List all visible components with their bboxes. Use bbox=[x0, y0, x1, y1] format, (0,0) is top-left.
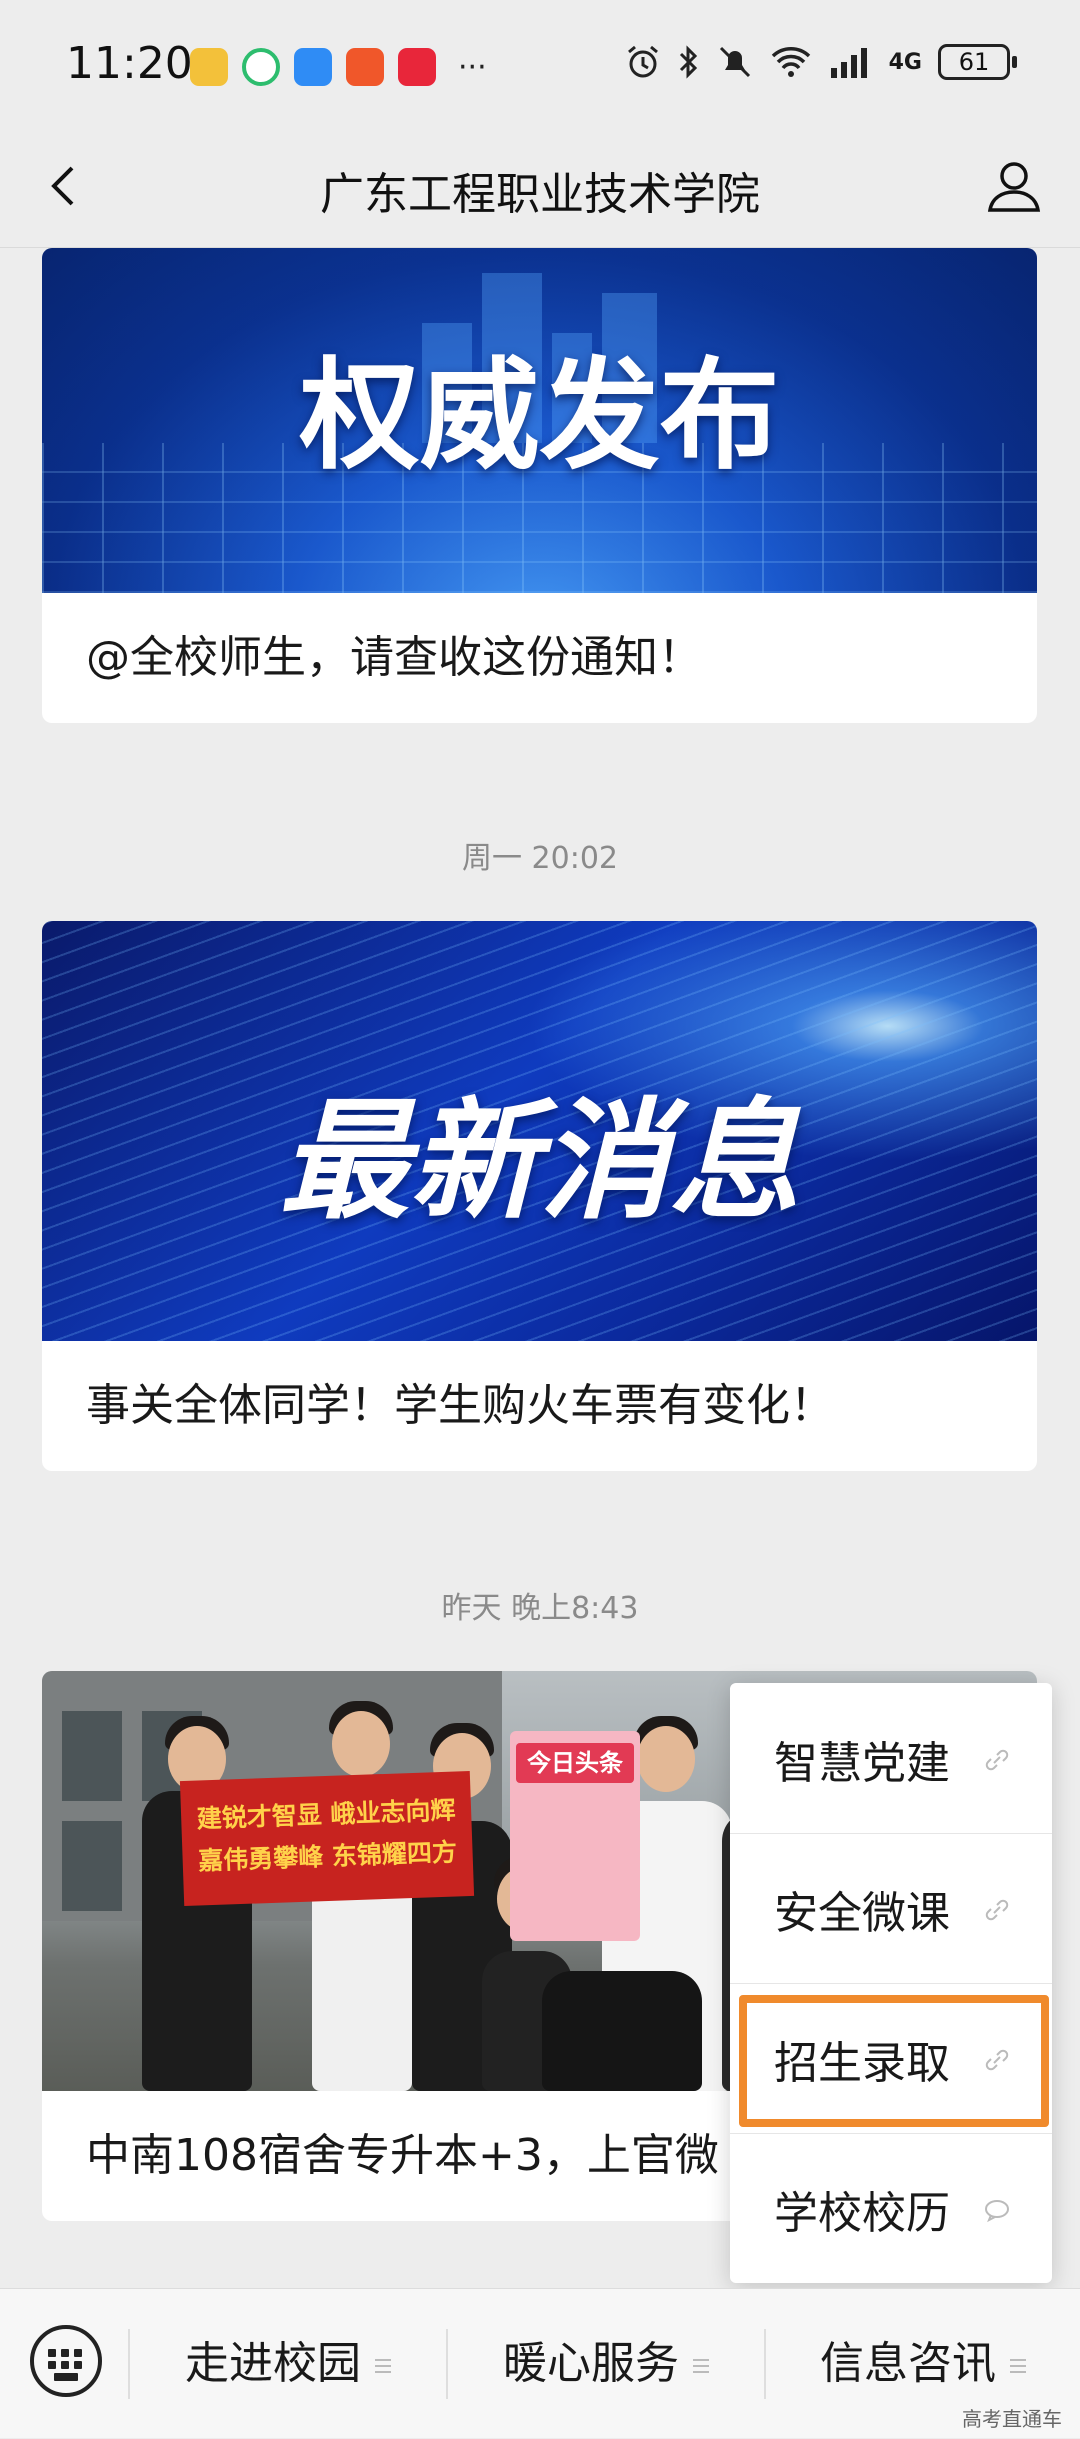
weibo-icon bbox=[190, 48, 228, 86]
submenu-popup: 智慧党建 安全微课 招生录取 学校校历 bbox=[730, 1683, 1052, 2283]
profile-icon[interactable] bbox=[982, 154, 1046, 218]
status-indicators: 4G 61 bbox=[625, 44, 1017, 80]
menu-item-label: 安全微课 bbox=[774, 1888, 950, 1939]
photo-sign-label: 今日头条 bbox=[516, 1743, 634, 1783]
menu-item-label: 学校校历 bbox=[774, 2188, 950, 2239]
menu-lines-icon bbox=[375, 2355, 391, 2377]
menu-item-safety-course[interactable]: 安全微课 bbox=[730, 1833, 1052, 1983]
bottom-menu-bar: 走进校园 暖心服务 信息咨讯 高考直通车 bbox=[0, 2288, 1080, 2438]
banner-title: 最新消息 bbox=[279, 1085, 800, 1237]
signal-icon bbox=[830, 48, 867, 78]
link-icon bbox=[985, 1749, 1009, 1771]
menu-item-school-calendar[interactable]: 学校校历 bbox=[730, 2133, 1052, 2283]
menu-item-label: 招生录取 bbox=[774, 2038, 950, 2089]
chat-bubble-icon bbox=[985, 2200, 1009, 2223]
article-caption[interactable]: 事关全体同学！学生购火车票有变化！ bbox=[42, 1341, 1037, 1471]
menu-tab-label: 暖心服务 bbox=[503, 2338, 679, 2389]
article-caption[interactable]: @全校师生，请查收这份通知！ bbox=[42, 593, 1037, 723]
photo-banner-line: 嘉伟勇攀峰 东锦耀四方 bbox=[197, 1837, 458, 1876]
menu-tab-label: 信息咨讯 bbox=[820, 2338, 996, 2389]
article-cover-image[interactable]: 权威发布 bbox=[42, 248, 1037, 593]
status-time: 11:20 bbox=[66, 38, 193, 89]
banner-title: 权威发布 bbox=[299, 347, 780, 486]
watermark: 高考直通车 bbox=[962, 2407, 1062, 2431]
menu-tab-campus[interactable]: 走进校园 bbox=[130, 2289, 446, 2439]
menu-item-admissions[interactable]: 招生录取 bbox=[730, 1983, 1052, 2133]
status-app-icons: ··· bbox=[190, 48, 487, 86]
wifi-icon bbox=[771, 47, 810, 77]
menu-item-label: 智慧党建 bbox=[774, 1738, 950, 1789]
message-icon bbox=[294, 48, 332, 86]
menu-lines-icon bbox=[693, 2355, 709, 2377]
message-timestamp: 周一 20:02 bbox=[462, 841, 618, 876]
menu-item-smart-party[interactable]: 智慧党建 bbox=[730, 1683, 1052, 1833]
chat-header: 广东工程职业技术学院 bbox=[0, 130, 1080, 248]
article-card[interactable]: 最新消息 事关全体同学！学生购火车票有变化！ bbox=[42, 921, 1037, 1471]
network-type: 4G bbox=[888, 49, 922, 75]
page-title: 广东工程职业技术学院 bbox=[320, 169, 760, 220]
mute-icon bbox=[719, 46, 750, 78]
health-app-icon bbox=[398, 48, 436, 86]
menu-lines-icon bbox=[1010, 2355, 1026, 2377]
article-cover-image[interactable]: 最新消息 bbox=[42, 921, 1037, 1341]
keyboard-toggle-icon[interactable] bbox=[30, 2325, 102, 2397]
menu-tab-services[interactable]: 暖心服务 bbox=[448, 2289, 764, 2439]
more-notifications-icon: ··· bbox=[458, 49, 487, 85]
alarm-icon bbox=[627, 45, 658, 78]
bluetooth-icon bbox=[679, 45, 697, 79]
battery-indicator: 61 bbox=[938, 44, 1017, 80]
link-icon bbox=[985, 2049, 1009, 2071]
photo-banner: 建锐才智显 峨业志向辉 嘉伟勇攀峰 东锦耀四方 bbox=[179, 1770, 475, 1907]
status-bar: 11:20 ··· 4G 61 bbox=[0, 0, 1080, 130]
message-timestamp: 昨天 晚上8:43 bbox=[441, 1591, 639, 1626]
listen-app-icon bbox=[346, 48, 384, 86]
photo-sign: 今日头条 bbox=[510, 1731, 640, 1941]
article-card[interactable]: 权威发布 @全校师生，请查收这份通知！ bbox=[42, 248, 1037, 723]
menu-tab-label: 走进校园 bbox=[185, 2338, 361, 2389]
app-green-icon bbox=[242, 48, 280, 86]
link-icon bbox=[985, 1899, 1009, 1921]
